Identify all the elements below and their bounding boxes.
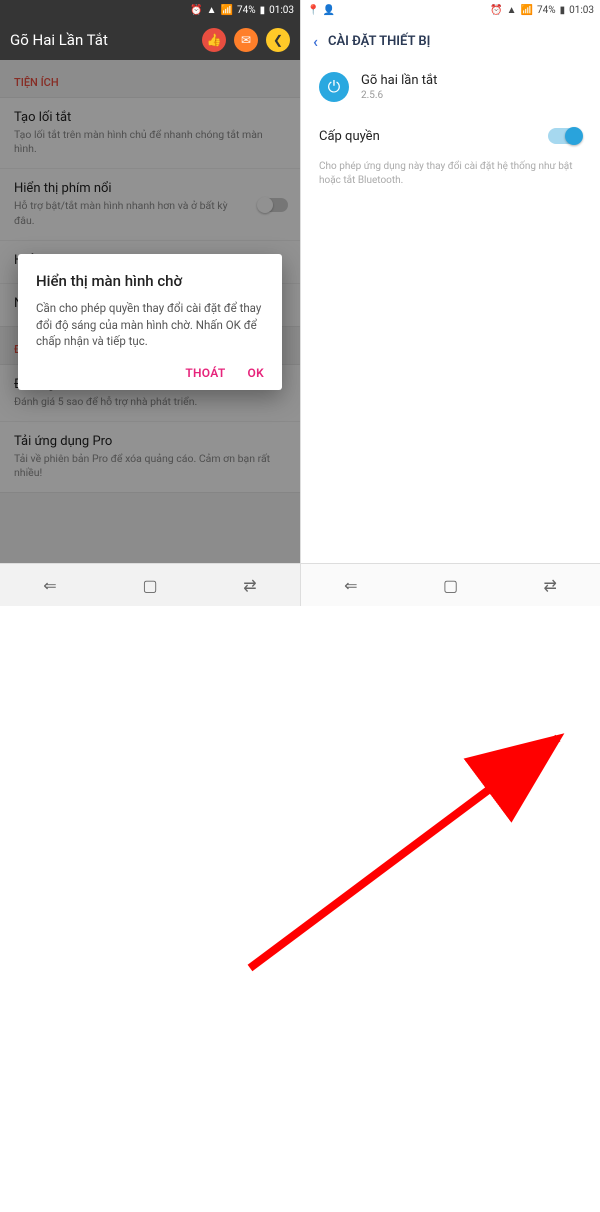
battery-pct: 74%	[237, 5, 256, 16]
nav-back-icon[interactable]: ⇐	[0, 564, 100, 606]
signal-icon: 📶	[521, 5, 533, 16]
wifi-icon: ▲	[507, 5, 517, 16]
nav-recent-icon[interactable]: ⇄	[200, 564, 300, 606]
back-icon[interactable]: ‹	[313, 32, 318, 51]
alarm-icon: ⏰	[190, 5, 202, 16]
nav-home-icon[interactable]: ▢	[100, 564, 200, 606]
ok-button[interactable]: OK	[248, 366, 264, 380]
user-icon: 👤	[322, 5, 334, 16]
app-title: Gõ Hai Lần Tắt	[10, 31, 194, 49]
nav-home-icon[interactable]: ▢	[401, 564, 501, 606]
app-header: Gõ Hai Lần Tắt 👍 ✉ ❮	[0, 20, 300, 60]
status-bar: ⏰ ▲ 📶 74% ▮ 01:03	[0, 0, 300, 20]
permission-dialog: Hiển thị màn hình chờ Cần cho phép quyền…	[18, 254, 282, 390]
wifi-icon: ▲	[207, 5, 217, 16]
page-title: CÀI ĐẶT THIẾT BỊ	[328, 34, 430, 49]
app-version: 2.5.6	[361, 90, 437, 101]
nav-recent-icon[interactable]: ⇄	[500, 564, 600, 606]
battery-pct: 74%	[537, 5, 556, 16]
thumbs-up-icon[interactable]: 👍	[202, 28, 226, 52]
settings-header: ‹ CÀI ĐẶT THIẾT BỊ	[301, 20, 600, 62]
permission-desc: Cho phép ứng dụng này thay đổi cài đặt h…	[301, 154, 600, 194]
cancel-button[interactable]: THOÁT	[185, 366, 225, 380]
location-icon: 📍	[307, 5, 319, 16]
power-icon: ⏻	[319, 72, 349, 102]
app-info: ⏻ Gõ hai lần tắt 2.5.6	[301, 62, 600, 118]
clock: 01:03	[569, 5, 594, 16]
app-name: Gõ hai lần tắt	[361, 73, 437, 88]
annotation-arrow	[0, 606, 600, 1212]
permission-toggle[interactable]	[548, 128, 582, 144]
nav-bar: ⇐ ▢ ⇄	[301, 563, 600, 606]
permission-label: Cấp quyền	[319, 129, 380, 144]
battery-icon: ▮	[260, 5, 266, 16]
dialog-title: Hiển thị màn hình chờ	[36, 272, 264, 290]
permission-row[interactable]: Cấp quyền	[301, 118, 600, 154]
contact-icon[interactable]: ✉	[234, 28, 258, 52]
battery-icon: ▮	[560, 5, 566, 16]
share-icon[interactable]: ❮	[266, 28, 290, 52]
alarm-icon: ⏰	[490, 5, 502, 16]
status-bar: 📍 👤 ⏰ ▲ 📶 74% ▮ 01:03	[301, 0, 600, 20]
clock: 01:03	[269, 5, 294, 16]
signal-icon: 📶	[221, 5, 233, 16]
dialog-body: Cần cho phép quyền thay đổi cài đặt để t…	[36, 300, 264, 350]
nav-bar: ⇐ ▢ ⇄	[0, 563, 300, 606]
nav-back-icon[interactable]: ⇐	[301, 564, 401, 606]
